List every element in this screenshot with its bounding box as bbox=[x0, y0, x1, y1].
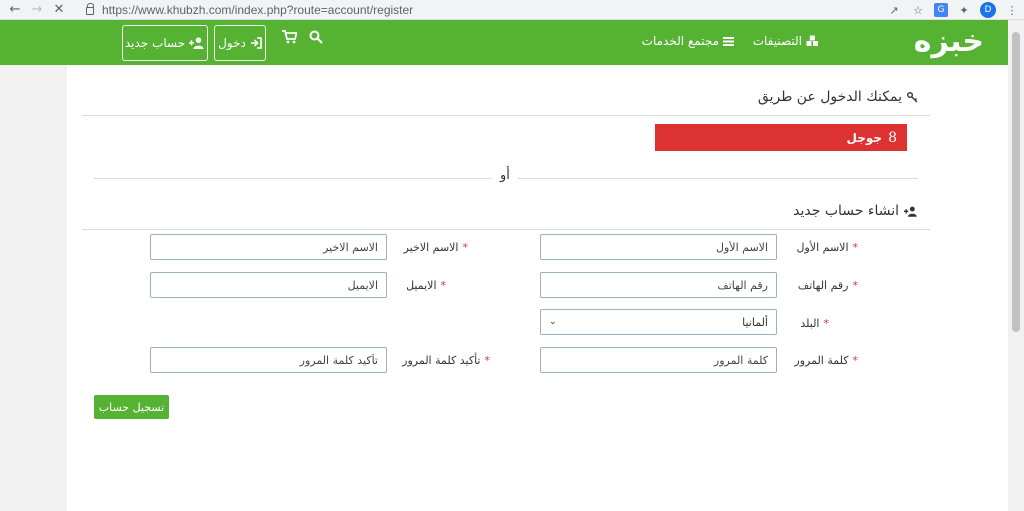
divider-or-right bbox=[518, 178, 918, 179]
phone-label: *رقم الهاتف bbox=[798, 279, 858, 292]
nav-categories-label: التصنيفات bbox=[752, 34, 802, 48]
social-login-title: يمكنك الدخول عن طريق bbox=[758, 89, 918, 105]
login-button[interactable]: دخول bbox=[214, 25, 266, 61]
required-mark: * bbox=[852, 241, 859, 254]
email-label: *الايميل bbox=[406, 279, 446, 292]
country-label-text: البلد bbox=[800, 317, 820, 330]
back-arrow-icon[interactable]: ← bbox=[4, 0, 26, 20]
lock-icon bbox=[86, 3, 94, 15]
user-plus-icon bbox=[189, 37, 204, 49]
search-icon[interactable] bbox=[309, 30, 323, 48]
translate-icon[interactable]: G bbox=[934, 3, 948, 17]
first-name-label-text: الاسم الأول bbox=[796, 241, 849, 254]
password-input[interactable] bbox=[540, 347, 777, 373]
list-icon bbox=[723, 37, 734, 46]
or-separator: أو bbox=[500, 168, 510, 183]
site-header: خبزه التصنيفات مجتمع الخدمات دخول حساب ج… bbox=[0, 20, 1024, 65]
last-name-label: *الاسم الاخير bbox=[404, 241, 468, 254]
puzzle-icon[interactable]: ✦ bbox=[956, 2, 972, 18]
scrollbar-thumb[interactable] bbox=[1012, 32, 1020, 332]
google-icon: 8 bbox=[888, 129, 897, 146]
key-icon bbox=[907, 91, 918, 102]
confirm-password-label-text: تأكيد كلمة المرور bbox=[402, 354, 481, 367]
nav-services-label: مجتمع الخدمات bbox=[641, 34, 719, 48]
required-mark: * bbox=[440, 279, 447, 292]
first-name-input[interactable] bbox=[540, 234, 777, 260]
nav-services[interactable]: مجتمع الخدمات bbox=[642, 34, 734, 48]
page-scrollbar[interactable] bbox=[1008, 20, 1024, 511]
register-button-label: حساب جديد bbox=[124, 36, 186, 50]
sign-in-icon bbox=[250, 37, 262, 49]
url-text: https://www.khubzh.com/index.php?route=a… bbox=[102, 3, 414, 17]
cart-icon[interactable] bbox=[282, 30, 298, 48]
first-name-label: *الاسم الأول bbox=[797, 241, 859, 254]
user-plus-icon bbox=[904, 206, 917, 217]
browser-toolbar: ← → ✕ https://www.khubzh.com/index.php?r… bbox=[0, 0, 1024, 20]
nav-categories[interactable]: التصنيفات bbox=[753, 34, 819, 48]
register-form-title: انشاء حساب جديد bbox=[793, 203, 918, 219]
submit-register-button[interactable]: تسجيل حساب bbox=[94, 395, 169, 419]
divider-or-left bbox=[94, 178, 492, 179]
password-label: *كلمة المرور bbox=[794, 354, 858, 367]
google-login-button[interactable]: جوجل 8 bbox=[655, 124, 907, 151]
required-mark: * bbox=[852, 279, 859, 292]
forward-arrow-icon[interactable]: → bbox=[26, 0, 48, 20]
email-label-text: الايميل bbox=[406, 279, 437, 292]
cubes-icon bbox=[806, 35, 818, 46]
divider bbox=[82, 115, 930, 116]
menu-kebab-icon[interactable]: ⋮ bbox=[1004, 2, 1020, 18]
profile-avatar[interactable]: D bbox=[980, 2, 996, 18]
password-label-text: كلمة المرور bbox=[794, 354, 849, 367]
social-login-title-text: يمكنك الدخول عن طريق bbox=[757, 89, 902, 105]
close-icon[interactable]: ✕ bbox=[48, 0, 70, 20]
country-select[interactable]: ⌄ ألمانيا bbox=[540, 309, 777, 335]
required-mark: * bbox=[462, 241, 469, 254]
star-icon[interactable]: ☆ bbox=[910, 2, 926, 18]
chevron-down-icon: ⌄ bbox=[549, 317, 557, 327]
last-name-input[interactable] bbox=[150, 234, 387, 260]
phone-input[interactable] bbox=[540, 272, 777, 298]
confirm-password-label: *تأكيد كلمة المرور bbox=[402, 354, 490, 367]
required-mark: * bbox=[484, 354, 491, 367]
share-icon[interactable]: ↗ bbox=[886, 2, 902, 18]
google-login-label: جوجل bbox=[846, 130, 883, 145]
email-input[interactable] bbox=[150, 272, 387, 298]
country-label: *البلد bbox=[800, 317, 829, 330]
address-bar[interactable]: https://www.khubzh.com/index.php?route=a… bbox=[86, 1, 413, 19]
register-form-title-text: انشاء حساب جديد bbox=[793, 203, 899, 219]
required-mark: * bbox=[852, 354, 859, 367]
last-name-label-text: الاسم الاخير bbox=[403, 241, 459, 254]
country-selected-value: ألمانيا bbox=[742, 315, 768, 329]
phone-label-text: رقم الهاتف bbox=[797, 279, 849, 292]
confirm-password-input[interactable] bbox=[150, 347, 387, 373]
site-logo[interactable]: خبزه bbox=[914, 22, 984, 62]
required-mark: * bbox=[823, 317, 830, 330]
register-button[interactable]: حساب جديد bbox=[122, 25, 208, 61]
login-button-label: دخول bbox=[218, 36, 246, 50]
divider bbox=[82, 229, 930, 230]
